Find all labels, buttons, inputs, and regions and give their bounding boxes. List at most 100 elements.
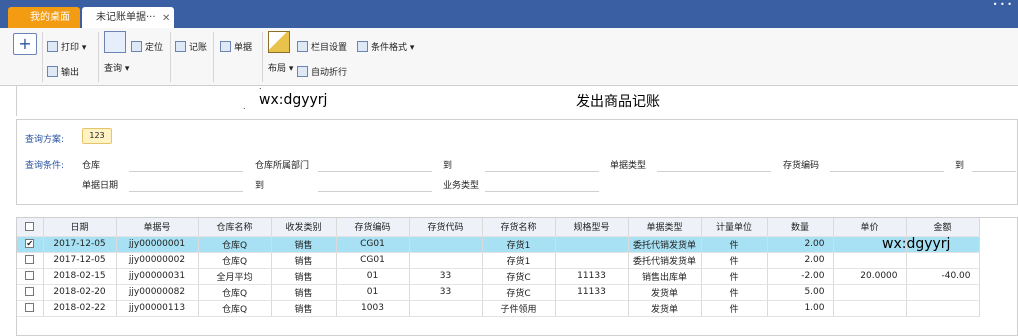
select-all-checkbox[interactable] — [17, 218, 44, 237]
locate-button[interactable]: 定位 — [131, 40, 163, 56]
export-button[interactable]: 输出 — [47, 65, 79, 81]
column-settings-button[interactable]: 栏目设置 — [297, 40, 347, 56]
table-cell: 委托代销发货单 — [628, 252, 702, 269]
query-button[interactable]: 查询 ▾ — [104, 61, 129, 77]
printer-icon — [47, 41, 58, 52]
layout-icon[interactable] — [268, 31, 290, 53]
auto-wrap-label: 自动折行 — [311, 68, 348, 78]
table-cell: 2018-02-22 — [43, 300, 117, 317]
auto-wrap-button[interactable]: 自动折行 — [297, 65, 347, 81]
page-title: 发出商品记账 — [576, 94, 660, 110]
table-cell: jjy00000113 — [116, 300, 199, 317]
column-header[interactable]: 存货代码 — [409, 218, 483, 237]
warehouse-dept-input[interactable] — [318, 171, 432, 172]
scheme-chip[interactable]: 123 — [82, 128, 112, 144]
table-cell: 1003 — [336, 300, 410, 317]
row-checkbox[interactable] — [17, 268, 44, 285]
column-header[interactable]: 单价 — [833, 218, 907, 237]
table-header: 日期 单据号 仓库名称 收发类别 存货编码 存货代码 存货名称 规格型号 单据类型 计量单位 数量单… — [17, 218, 980, 237]
table-cell: 销售 — [271, 252, 337, 269]
data-table: 日期 单据号 仓库名称 收发类别 存货编码 存货代码 存货名称 规格型号 单据类型 计量单位 数量单… — [17, 218, 980, 317]
table-cell: CG01 — [336, 236, 410, 253]
condition-label: 查询条件: — [25, 161, 65, 171]
doc-date-to-input[interactable] — [318, 191, 432, 192]
table-row[interactable]: ✔ 2017-12-05 jjy00000001 仓库Q 销售 CG01 存货1 委托代销发货… — [17, 236, 980, 253]
table-cell: 11133 — [555, 268, 629, 285]
row-checkbox[interactable] — [17, 252, 44, 269]
table-cell: CG01 — [336, 252, 410, 269]
table-cell: jjy00000082 — [116, 284, 199, 301]
table-cell: jjy00000002 — [116, 252, 199, 269]
close-icon[interactable]: ✕ — [162, 8, 170, 29]
to-label: 到 — [255, 181, 265, 191]
post-button[interactable]: 记账 — [175, 40, 207, 56]
unchecked-icon[interactable] — [25, 255, 35, 264]
table-cell: jjy00000031 — [116, 268, 199, 285]
column-header[interactable]: 单据类型 — [628, 218, 702, 237]
table-cell: 件 — [701, 236, 768, 253]
document-icon — [220, 41, 231, 52]
to-label: 到 — [955, 161, 965, 171]
tab-home[interactable]: 我的桌面 — [8, 7, 80, 28]
table-cell: -40.00 — [906, 268, 980, 285]
warehouse-dept-to-input[interactable] — [485, 171, 599, 172]
biz-type-label: 业务类型 — [443, 181, 480, 191]
column-header[interactable]: 金额 — [906, 218, 980, 237]
columns-icon — [297, 41, 308, 52]
table-cell: 2017-12-05 — [43, 252, 117, 269]
table-row[interactable]: 2017-12-05 jjy00000002 仓库Q 销售 CG01 存货1 委托代销发货单… — [17, 252, 980, 269]
column-header[interactable]: 单据号 — [116, 218, 199, 237]
column-header[interactable]: 规格型号 — [555, 218, 629, 237]
table-cell: 销售 — [271, 284, 337, 301]
table-cell: 件 — [701, 268, 768, 285]
layout-button[interactable]: 布局 ▾ — [268, 61, 293, 77]
column-header[interactable]: 存货编码 — [336, 218, 410, 237]
warehouse-dept-label: 仓库所属部门 — [255, 161, 310, 171]
print-button[interactable]: 打印 ▾ — [47, 40, 86, 56]
query-panel — [16, 119, 1018, 205]
table-cell: 仓库Q — [198, 284, 272, 301]
row-checkbox[interactable] — [17, 300, 44, 317]
row-checkbox[interactable] — [17, 284, 44, 301]
inv-code-to-input[interactable] — [972, 171, 1016, 172]
doc-type-input[interactable] — [657, 171, 771, 172]
checked-icon[interactable]: ✔ — [25, 239, 35, 248]
title-area — [16, 86, 1018, 116]
column-header[interactable]: 仓库名称 — [198, 218, 272, 237]
inv-code-input[interactable] — [830, 171, 944, 172]
column-header[interactable]: 收发类别 — [271, 218, 337, 237]
table-cell — [409, 236, 483, 253]
unchecked-icon[interactable] — [25, 287, 35, 296]
table-cell: 件 — [701, 252, 768, 269]
table-cell: 2.00 — [767, 252, 834, 269]
column-header[interactable]: 数量 — [767, 218, 834, 237]
unchecked-icon[interactable] — [25, 271, 35, 280]
biz-type-input[interactable] — [485, 191, 599, 192]
magnifier-icon[interactable] — [104, 31, 126, 53]
query-label: 查询 — [104, 64, 123, 74]
warehouse-input[interactable] — [129, 171, 243, 172]
table-cell: 发货单 — [628, 300, 702, 317]
table-cell — [555, 236, 629, 253]
doc-date-input[interactable] — [129, 191, 243, 192]
document-button[interactable]: 单据 — [220, 40, 252, 56]
table-cell: 销售 — [271, 300, 337, 317]
column-header[interactable]: 日期 — [43, 218, 117, 237]
unchecked-icon[interactable] — [25, 303, 35, 312]
conditional-format-button[interactable]: 条件格式 ▾ — [357, 40, 414, 56]
table-row[interactable]: 2018-02-15 jjy00000031 全月平均 销售 01 33 存货C 11133 销… — [17, 268, 980, 285]
row-checkbox[interactable]: ✔ — [17, 236, 44, 253]
table-cell: 1.00 — [767, 300, 834, 317]
tab-unposted-docs[interactable]: 未记账单据··· ✕ — [82, 7, 174, 28]
document-label: 单据 — [234, 43, 253, 53]
add-button[interactable]: + — [13, 33, 37, 55]
table-cell: -2.00 — [767, 268, 834, 285]
column-header[interactable]: 存货名称 — [482, 218, 556, 237]
table-cell: 01 — [336, 284, 410, 301]
toolbar-divider — [98, 32, 99, 82]
table-row[interactable]: 2018-02-22 jjy00000113 仓库Q 销售 1003 子件领用 发货单件 1.… — [17, 300, 980, 317]
column-header[interactable]: 计量单位 — [701, 218, 768, 237]
table-cell: 存货C — [482, 284, 556, 301]
table-row[interactable]: 2018-02-20 jjy00000082 仓库Q 销售 01 33 存货C 11133 发货… — [17, 284, 980, 301]
warehouse-label: 仓库 — [82, 161, 101, 171]
